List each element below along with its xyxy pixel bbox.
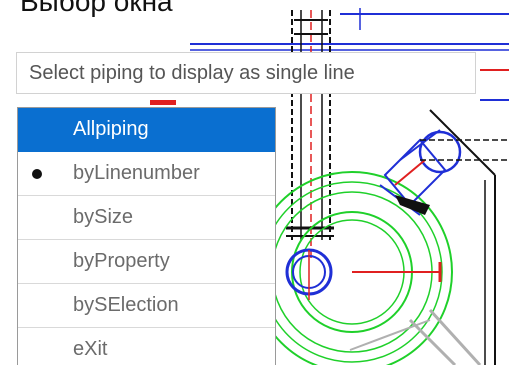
menu-item-byselection[interactable]: bySElection <box>18 284 275 328</box>
bullet-icon <box>32 169 42 179</box>
menu-item-exit[interactable]: eXit <box>18 328 275 365</box>
vertical-pipe <box>286 10 334 260</box>
pipe-end-circle <box>285 248 333 300</box>
menu-item-bysize[interactable]: bySize <box>18 196 275 240</box>
menu-item-label: bySize <box>73 206 134 228</box>
menu-item-bylinenumber[interactable]: byLinenumber <box>18 152 275 196</box>
menu-item-label: byLinenumber <box>73 162 200 184</box>
vessel-circles <box>251 171 453 365</box>
command-prompt: Select piping to display as single line <box>16 52 476 94</box>
option-menu: Allpiping byLinenumber bySize byProperty… <box>17 107 276 365</box>
menu-item-label: bySElection <box>73 294 179 316</box>
menu-item-byproperty[interactable]: byProperty <box>18 240 275 284</box>
prompt-text: Select piping to display as single line <box>29 61 355 84</box>
screenshot-root: Выбор окна Select piping to display as s… <box>0 0 509 365</box>
menu-item-label: byProperty <box>73 250 170 272</box>
menu-item-allpiping[interactable]: Allpiping <box>18 108 275 152</box>
menu-item-label: eXit <box>73 338 108 360</box>
red-marker <box>150 100 176 105</box>
menu-item-label: Allpiping <box>73 118 149 140</box>
support-structure <box>349 308 482 365</box>
